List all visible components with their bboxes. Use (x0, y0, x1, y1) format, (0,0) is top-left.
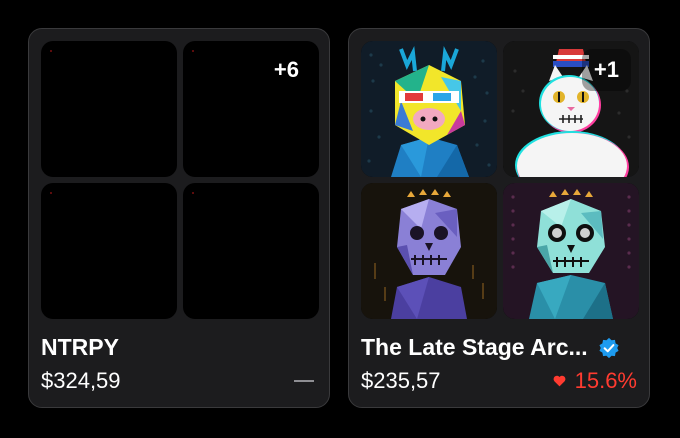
collection-name: The Late Stage Arc... (361, 334, 588, 360)
nft-thumbnail[interactable] (41, 183, 177, 319)
nft-thumbnail[interactable] (41, 41, 177, 177)
more-count-badge: +1 (581, 49, 631, 91)
loading-dot (192, 192, 194, 194)
price-change: 15.6% (553, 368, 637, 394)
loading-dot (50, 50, 52, 52)
floor-price: $235,57 (361, 368, 441, 393)
nft-thumbnail[interactable] (361, 41, 497, 177)
collection-name-row: NTRPY (41, 334, 317, 361)
collection-name-row: The Late Stage Arc... (361, 334, 637, 361)
price-row: $324,59 (41, 368, 317, 394)
collection-name: NTRPY (41, 334, 119, 360)
price-change-value: 15.6% (574, 368, 637, 393)
nft-thumbnail[interactable]: +6 (183, 41, 319, 177)
thumbnail-grid: +6 (41, 41, 319, 319)
nft-thumbnail[interactable] (361, 183, 497, 319)
dash-icon (294, 380, 314, 382)
purple-skull-image (361, 183, 497, 319)
loading-dot (50, 192, 52, 194)
collection-card-late-stage[interactable]: +1 The Late Stage Arc... $235,57 15.6% (348, 28, 650, 408)
floor-price: $324,59 (41, 368, 121, 393)
collection-card-ntrpy[interactable]: +6 NTRPY $324,59 (28, 28, 330, 408)
thumbnail-grid: +1 (361, 41, 639, 319)
cyber-deer-image (361, 41, 497, 177)
cyan-skull-image (503, 183, 639, 319)
nft-thumbnail[interactable] (503, 183, 639, 319)
verified-badge-icon (599, 337, 619, 358)
more-count-badge: +6 (273, 57, 299, 82)
loading-dot (192, 50, 194, 52)
nft-thumbnail[interactable]: +1 (503, 41, 639, 177)
heart-icon (553, 375, 566, 387)
price-row: $235,57 15.6% (361, 368, 637, 394)
nft-thumbnail[interactable] (183, 183, 319, 319)
